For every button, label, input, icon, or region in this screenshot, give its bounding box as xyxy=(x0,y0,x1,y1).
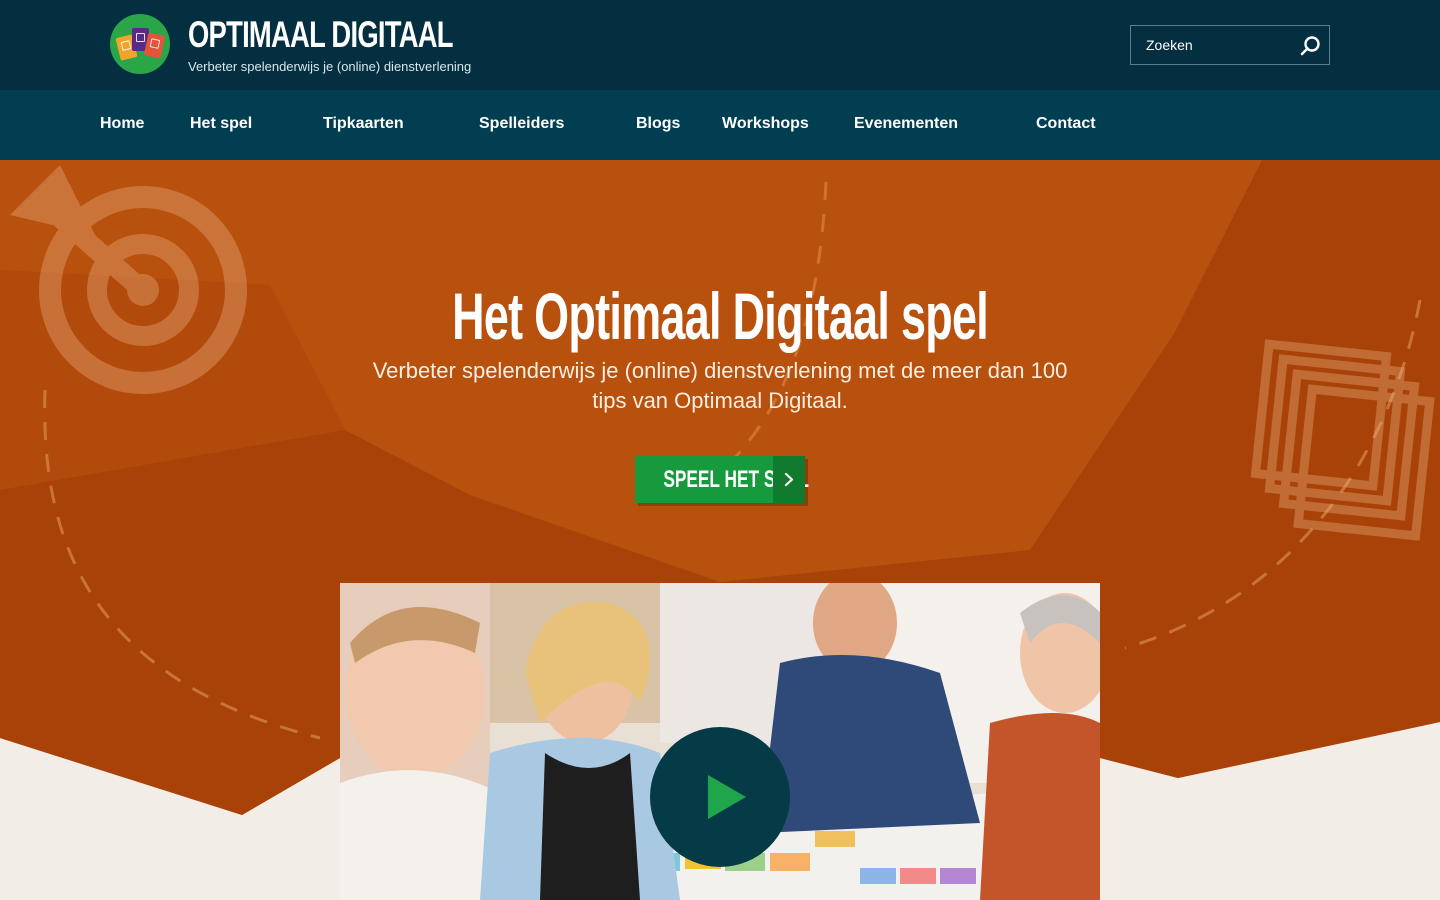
chevron-right-icon xyxy=(773,456,805,503)
play-button[interactable] xyxy=(650,727,790,867)
search-input[interactable] xyxy=(1131,26,1291,64)
nav-item-het-spel[interactable]: Het spel xyxy=(190,90,252,160)
brand-tagline: Verbeter spelenderwijs je (online) diens… xyxy=(188,59,472,74)
nav-item-home[interactable]: Home xyxy=(100,90,144,160)
logo-card-red xyxy=(143,32,166,59)
brand-title[interactable]: OPTIMAAL DIGITAAL xyxy=(188,14,453,56)
logo-icon[interactable] xyxy=(110,14,170,74)
hero-subtitle: Verbeter spelenderwijs je (online) diens… xyxy=(372,358,1068,413)
hero-title: Het Optimaal Digitaal spel xyxy=(452,279,989,353)
speel-het-spel-button[interactable]: SPEEL HET SPEL xyxy=(635,456,809,503)
main-nav: Home Het spel Tipkaarten Spelleiders Blo… xyxy=(0,90,1440,160)
site-header: OPTIMAAL DIGITAAL Verbeter spelenderwijs… xyxy=(0,0,1440,90)
nav-item-evenementen[interactable]: Evenementen xyxy=(854,90,958,160)
search-icon[interactable] xyxy=(1299,35,1321,57)
search-box xyxy=(1130,25,1330,65)
play-icon xyxy=(708,775,746,819)
nav-item-contact[interactable]: Contact xyxy=(1036,90,1096,160)
nav-item-workshops[interactable]: Workshops xyxy=(722,90,809,160)
nav-item-blogs[interactable]: Blogs xyxy=(636,90,680,160)
nav-item-tipkaarten[interactable]: Tipkaarten xyxy=(323,90,404,160)
nav-item-spelleiders[interactable]: Spelleiders xyxy=(479,90,564,160)
